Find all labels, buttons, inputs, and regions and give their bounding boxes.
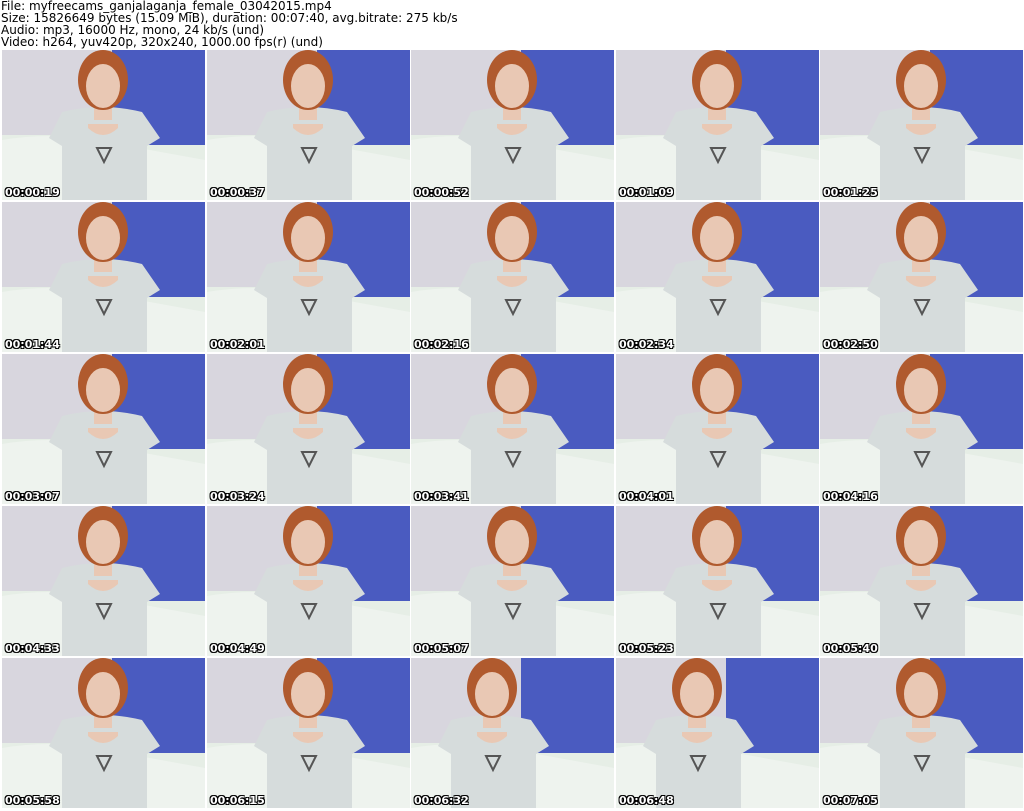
- video-thumbnail: 00:06:32: [411, 658, 614, 808]
- video-thumbnail: 00:00:52: [411, 50, 614, 200]
- video-frame-image: [820, 202, 1023, 352]
- video-thumbnail: 00:00:37: [207, 50, 410, 200]
- video-thumbnail: 00:04:33: [2, 506, 205, 656]
- video-thumbnail: 00:07:05: [820, 658, 1023, 808]
- thumbnail-timestamp: 00:03:07: [5, 490, 60, 503]
- thumbnail-timestamp: 00:04:16: [823, 490, 878, 503]
- video-frame-image: [820, 50, 1023, 200]
- thumbnail-timestamp: 00:03:24: [210, 490, 265, 503]
- video-frame-image: [2, 658, 205, 808]
- thumbnail-timestamp: 00:05:23: [619, 642, 674, 655]
- thumbnail-grid: 00:00:19 00:00:37 00:00:52 00:01:09 00:01:25…: [0, 50, 1024, 811]
- file-info-header: File: myfreecams_ganjalaganja_female_030…: [0, 0, 1024, 50]
- video-thumbnail: 00:02:16: [411, 202, 614, 352]
- video-frame-image: [207, 354, 410, 504]
- thumbnail-timestamp: 00:07:05: [823, 794, 878, 807]
- video-frame-image: [207, 658, 410, 808]
- video-frame-image: [411, 658, 614, 808]
- thumbnail-timestamp: 00:04:49: [210, 642, 265, 655]
- video-thumbnail: 00:05:23: [616, 506, 819, 656]
- video-frame-image: [2, 506, 205, 656]
- thumbnail-timestamp: 00:06:15: [210, 794, 265, 807]
- video-frame-image: [616, 506, 819, 656]
- thumbnail-timestamp: 00:00:19: [5, 186, 60, 199]
- video-thumbnail: 00:01:09: [616, 50, 819, 200]
- thumbnail-timestamp: 00:05:58: [5, 794, 60, 807]
- video-frame-image: [616, 202, 819, 352]
- video-frame-image: [820, 506, 1023, 656]
- video-frame-image: [616, 658, 819, 808]
- video-frame-image: [411, 202, 614, 352]
- video-frame-image: [2, 202, 205, 352]
- video-thumbnail: 00:01:44: [2, 202, 205, 352]
- thumbnail-timestamp: 00:00:37: [210, 186, 265, 199]
- video-frame-image: [207, 50, 410, 200]
- thumbnail-timestamp: 00:00:52: [414, 186, 469, 199]
- thumbnail-timestamp: 00:06:48: [619, 794, 674, 807]
- video-thumbnail: 00:03:41: [411, 354, 614, 504]
- video-thumbnail: 00:06:15: [207, 658, 410, 808]
- video-thumbnail: 00:02:34: [616, 202, 819, 352]
- thumbnail-timestamp: 00:05:07: [414, 642, 469, 655]
- video-thumbnail: 00:04:49: [207, 506, 410, 656]
- video-thumbnail: 00:02:01: [207, 202, 410, 352]
- video-frame-image: [820, 354, 1023, 504]
- video-thumbnail: 00:02:50: [820, 202, 1023, 352]
- thumbnail-timestamp: 00:04:01: [619, 490, 674, 503]
- video-frame-image: [207, 506, 410, 656]
- thumbnail-timestamp: 00:02:16: [414, 338, 469, 351]
- thumbnail-timestamp: 00:01:09: [619, 186, 674, 199]
- video-thumbnail: 00:05:07: [411, 506, 614, 656]
- video-thumbnail: 00:00:19: [2, 50, 205, 200]
- video-frame-image: [411, 506, 614, 656]
- thumbnail-timestamp: 00:02:34: [619, 338, 674, 351]
- video-thumbnail: 00:03:24: [207, 354, 410, 504]
- video-frame-image: [616, 50, 819, 200]
- video-info: Video: h264, yuv420p, 320x240, 1000.00 f…: [1, 35, 323, 49]
- thumbnail-timestamp: 00:03:41: [414, 490, 469, 503]
- video-thumbnail: 00:04:01: [616, 354, 819, 504]
- video-frame-image: [207, 202, 410, 352]
- video-thumbnail: 00:06:48: [616, 658, 819, 808]
- video-thumbnail: 00:01:25: [820, 50, 1023, 200]
- thumbnail-timestamp: 00:02:01: [210, 338, 265, 351]
- video-thumbnail: 00:05:40: [820, 506, 1023, 656]
- video-thumbnail: 00:04:16: [820, 354, 1023, 504]
- video-thumbnail: 00:05:58: [2, 658, 205, 808]
- video-frame-image: [820, 658, 1023, 808]
- video-frame-image: [2, 50, 205, 200]
- video-frame-image: [616, 354, 819, 504]
- thumbnail-timestamp: 00:05:40: [823, 642, 878, 655]
- thumbnail-timestamp: 00:02:50: [823, 338, 878, 351]
- video-frame-image: [2, 354, 205, 504]
- thumbnail-timestamp: 00:01:44: [5, 338, 60, 351]
- thumbnail-timestamp: 00:06:32: [414, 794, 469, 807]
- video-frame-image: [411, 50, 614, 200]
- video-frame-image: [411, 354, 614, 504]
- thumbnail-timestamp: 00:01:25: [823, 186, 878, 199]
- video-thumbnail: 00:03:07: [2, 354, 205, 504]
- thumbnail-timestamp: 00:04:33: [5, 642, 60, 655]
